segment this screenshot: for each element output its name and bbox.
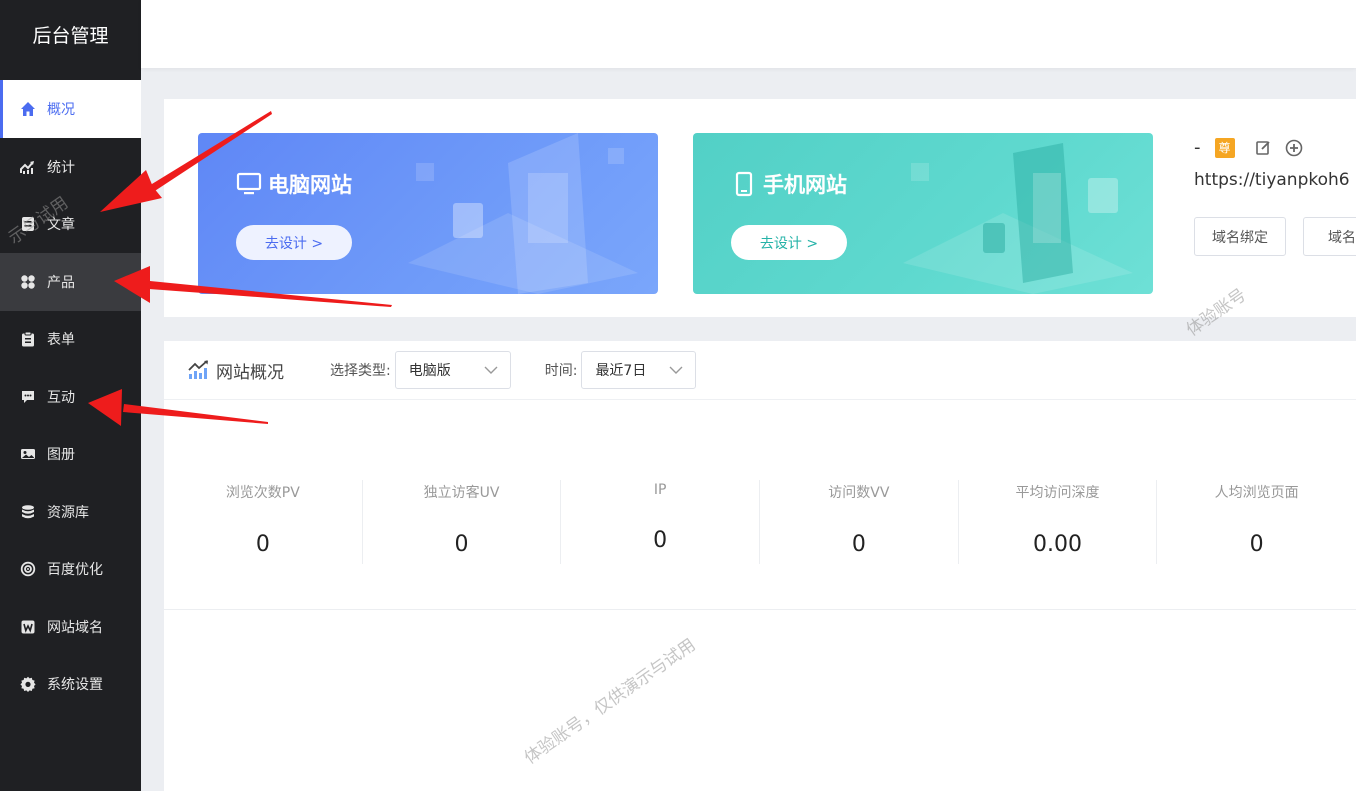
sidebar-item-label: 系统设置 — [47, 677, 103, 694]
chevron-down-icon — [669, 366, 683, 374]
sidebar-item-seo[interactable]: 百度优化 — [0, 541, 141, 599]
sidebar-item-label: 表单 — [47, 332, 75, 349]
site-url[interactable]: https://tiyanpkoh6 — [1194, 170, 1350, 190]
site-overview-panel: 网站概况 选择类型: 电脑版 时间: 最近7日 浏览次数PV 0 独立访客UV … — [164, 341, 1356, 791]
stat-uv: 独立访客UV 0 — [363, 480, 562, 564]
sidebar-item-label: 文章 — [47, 217, 75, 234]
stat-value: 0 — [1249, 532, 1264, 557]
edit-icon[interactable] — [1255, 140, 1271, 156]
album-icon — [19, 445, 37, 463]
domain-w-icon — [19, 618, 37, 636]
type-label: 选择类型: — [330, 363, 391, 379]
add-circle-icon[interactable] — [1285, 139, 1303, 157]
sidebar-item-settings[interactable]: 系统设置 — [0, 656, 141, 714]
sidebar-item-articles[interactable]: 文章 — [0, 196, 141, 254]
type-select[interactable]: 电脑版 — [394, 351, 511, 389]
chat-bubble-icon — [19, 388, 37, 406]
sidebar-item-domain[interactable]: 网站域名 — [0, 598, 141, 656]
stat-label: 访问数VV — [828, 485, 890, 501]
sidebar-item-label: 网站域名 — [47, 619, 103, 636]
pc-illustration-icon — [408, 133, 638, 294]
site-cards-panel: 电脑网站 去设计 > 手机网站 去设计 > - 尊 https://tiyanp… — [164, 99, 1356, 317]
stat-value: 0 — [255, 532, 270, 557]
home-icon — [19, 100, 37, 118]
domain-bind-button[interactable]: 域名绑定 — [1194, 217, 1286, 256]
mobile-phone-icon — [735, 171, 753, 197]
overview-title: 网站概况 — [188, 358, 284, 383]
stat-ip: IP 0 — [561, 480, 761, 564]
stat-depth: 平均访问深度 0.00 — [959, 480, 1158, 564]
sidebar-item-label: 产品 — [47, 274, 75, 291]
chevron-down-icon — [484, 366, 498, 374]
stat-value: 0 — [653, 528, 668, 553]
account-name: - — [1194, 137, 1201, 158]
seo-target-icon — [19, 560, 37, 578]
divider — [164, 609, 1356, 610]
stats-row: 浏览次数PV 0 独立访客UV 0 IP 0 访问数VV 0 平均访问深度 0.… — [164, 480, 1356, 564]
sidebar-item-label: 图册 — [47, 447, 75, 464]
stat-label: IP — [653, 482, 667, 498]
sidebar: 后台管理 概况 统计 文章 产品 表单 互动 图册 资源库 百度优化 网站域名 … — [0, 0, 141, 791]
monitor-icon — [236, 172, 262, 195]
stat-pages-per-user: 人均浏览页面 0 — [1157, 480, 1356, 564]
sidebar-item-forms[interactable]: 表单 — [0, 311, 141, 369]
stat-label: 人均浏览页面 — [1214, 485, 1299, 501]
pc-site-card[interactable]: 电脑网站 去设计 > — [198, 133, 658, 294]
mobile-design-button[interactable]: 去设计 > — [731, 225, 847, 260]
mobile-illustration-icon — [903, 143, 1133, 294]
stats-chart-icon — [19, 158, 37, 176]
sidebar-item-interaction[interactable]: 互动 — [0, 368, 141, 426]
time-select[interactable]: 最近7日 — [581, 351, 697, 389]
overview-header: 网站概况 选择类型: 电脑版 时间: 最近7日 — [164, 341, 1356, 400]
stat-value: 0 — [454, 532, 469, 557]
stat-label: 独立访客UV — [423, 485, 500, 501]
database-icon — [19, 503, 37, 521]
vip-badge: 尊 — [1214, 137, 1235, 158]
pc-site-title: 电脑网站 — [236, 169, 352, 199]
stat-vv: 访问数VV 0 — [760, 480, 959, 564]
sidebar-item-label: 资源库 — [47, 504, 89, 521]
gear-icon — [19, 675, 37, 693]
sidebar-item-resources[interactable]: 资源库 — [0, 483, 141, 541]
article-icon — [19, 215, 37, 233]
product-grid-icon — [19, 273, 37, 291]
trend-chart-icon — [188, 360, 208, 379]
clipboard-icon — [19, 330, 37, 348]
stat-value: 0 — [851, 532, 866, 557]
sidebar-item-label: 统计 — [47, 159, 75, 176]
sidebar-item-overview[interactable]: 概况 — [0, 80, 141, 138]
mobile-site-title: 手机网站 — [731, 169, 847, 199]
stat-value: 0.00 — [1033, 532, 1083, 557]
stat-label: 浏览次数PV — [225, 485, 300, 501]
sidebar-item-products[interactable]: 产品 — [0, 253, 141, 311]
domain-button-group: 域名绑定 域名备 — [1194, 217, 1356, 256]
sidebar-item-stats[interactable]: 统计 — [0, 138, 141, 196]
domain-filing-button[interactable]: 域名备 — [1303, 217, 1356, 256]
account-info: - 尊 https://tiyanpkoh6 — [1194, 137, 1350, 190]
sidebar-item-album[interactable]: 图册 — [0, 426, 141, 484]
mobile-site-card[interactable]: 手机网站 去设计 > — [693, 133, 1153, 294]
time-label: 时间: — [544, 363, 578, 379]
app-title: 后台管理 — [32, 24, 109, 47]
top-bar — [141, 0, 1356, 68]
sidebar-item-label: 概况 — [47, 102, 75, 118]
stat-label: 平均访问深度 — [1015, 485, 1100, 501]
sidebar-item-label: 百度优化 — [47, 562, 103, 579]
pc-design-button[interactable]: 去设计 > — [236, 225, 352, 260]
stat-pv: 浏览次数PV 0 — [164, 480, 363, 564]
sidebar-item-label: 互动 — [47, 389, 75, 406]
